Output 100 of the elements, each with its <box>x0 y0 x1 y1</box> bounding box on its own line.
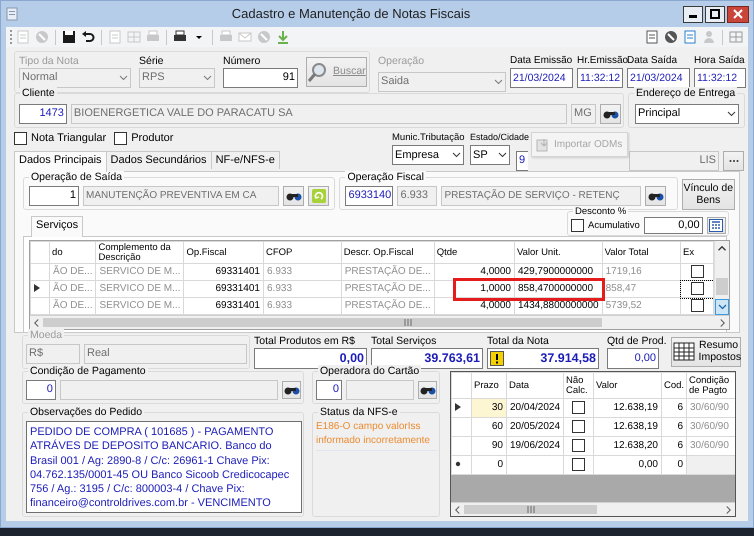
checkbox[interactable] <box>14 132 27 146</box>
column-header[interactable]: Valor Total <box>602 242 681 264</box>
table-cell: 858,47 <box>602 280 681 298</box>
state-dropdown[interactable]: SP <box>470 145 510 166</box>
caret-icon <box>452 152 461 158</box>
column-header[interactable]: Não Calc. <box>564 372 594 398</box>
table-cell: 6.933 <box>263 280 342 298</box>
date-field[interactable]: 21/03/2024 <box>627 68 690 88</box>
tab[interactable]: Serviços <box>31 216 84 237</box>
maximize-button[interactable] <box>705 6 725 22</box>
group-label: Observações do Pedido <box>28 406 144 419</box>
close-icon <box>733 9 743 19</box>
currency-code-field[interactable]: R$ <box>26 344 80 364</box>
checkbox-label: Produtor <box>131 132 174 146</box>
lookup-button[interactable] <box>283 186 304 206</box>
lookup-button[interactable] <box>418 381 437 399</box>
column-header[interactable]: Descr. Op.Fiscal <box>341 242 434 264</box>
document-icon[interactable] <box>644 29 660 45</box>
client-name-field[interactable]: BIOENERGETICA VALE DO PARACATU SA <box>70 104 568 124</box>
lookup-button[interactable] <box>282 381 301 399</box>
checkbox[interactable] <box>690 299 704 312</box>
calculator-button[interactable] <box>706 217 726 234</box>
table-cell: 20/04/2024 <box>506 398 564 418</box>
refresh-icon <box>310 188 326 204</box>
column-header[interactable]: do <box>50 242 96 264</box>
client-code-field[interactable]: 1473 <box>19 104 67 124</box>
table-cell: 0,00 <box>594 456 662 474</box>
scroll-thumb[interactable] <box>716 278 728 295</box>
caret-icon <box>498 152 507 158</box>
taxation-dropdown[interactable]: Empresa <box>392 145 464 166</box>
column-header[interactable]: Ex <box>680 242 714 264</box>
lookup-button[interactable] <box>600 104 621 124</box>
lookup-button[interactable] <box>645 186 666 206</box>
undo-icon[interactable] <box>80 29 96 45</box>
code-field[interactable]: 1 <box>29 186 79 206</box>
ellipsis-icon <box>728 159 738 163</box>
caret-icon <box>203 75 212 81</box>
horizontal-scrollbar[interactable] <box>30 315 729 329</box>
currency-name-field[interactable]: Real <box>84 344 247 364</box>
minimize-button[interactable] <box>683 6 703 22</box>
description-field[interactable]: MANUTENÇÃO PREVENTIVA EM CA <box>83 186 279 206</box>
code-field[interactable]: 6933140 <box>345 186 394 206</box>
column-header[interactable]: Condição de Pagto <box>686 372 735 398</box>
table-cell: SERVICO DE M... <box>96 280 184 298</box>
code-field[interactable]: 0 <box>316 380 342 400</box>
column-header[interactable]: Qtde <box>434 242 514 264</box>
checkbox[interactable] <box>572 401 585 414</box>
checkbox[interactable] <box>572 420 585 434</box>
caret-icon <box>494 78 503 85</box>
notes-field[interactable]: PEDIDO DE COMPRA ( 101685 ) - PAGAMENTO ATRÁVES DE DEPOSITO BANCARIO. Banco do Brasil 001 / Ag: 2890-8 / C/c: 26961-1 Chave Pix: 04.762.135/0001-45 OU Banco Sicoob Credicocapec 756 / Ag.: 3195 / C/c: 800003-4 / Chave Pix: financeiro@controldrives.com.br - VENCIMENTO <box>26 421 302 513</box>
quantity-field[interactable]: 0,00 <box>607 348 659 370</box>
column-header[interactable]: Prazo <box>472 372 506 398</box>
close-button[interactable] <box>727 6 749 22</box>
more-button[interactable] <box>723 151 744 171</box>
horizontal-scrollbar[interactable] <box>451 502 735 516</box>
checkbox[interactable] <box>690 282 704 296</box>
column-header[interactable]: Data <box>506 372 564 398</box>
delivery-address-dropdown[interactable]: Principal <box>635 104 739 124</box>
number-field[interactable]: 91 <box>223 68 298 88</box>
checkbox[interactable] <box>571 219 584 232</box>
column-header[interactable]: Complemento da Descrição <box>96 242 184 264</box>
checkbox[interactable] <box>572 458 585 472</box>
tax-summary-button[interactable]: Resumo Impostos <box>670 337 741 367</box>
column-header[interactable]: CFOP <box>263 242 342 264</box>
checkbox[interactable] <box>114 132 128 146</box>
column-header[interactable]: Valor <box>594 372 662 398</box>
date-field[interactable]: 21/03/2024 <box>510 68 573 88</box>
checkbox[interactable] <box>572 439 585 452</box>
table-cell: PRESTAÇÃO DE... <box>341 264 434 280</box>
scroll-down-button[interactable] <box>715 299 729 315</box>
time-field[interactable]: 11:32:12 <box>694 68 746 88</box>
ban-icon[interactable] <box>663 29 679 45</box>
city-name-field[interactable]: LIS <box>629 151 719 171</box>
link-assets-button[interactable]: Vínculo de Bens <box>682 179 735 210</box>
series-dropdown[interactable]: RPS <box>139 68 215 88</box>
table-cell: 30 <box>472 398 506 418</box>
field-label: Hr.Emissão <box>577 55 628 67</box>
description-field[interactable] <box>346 380 414 400</box>
save-icon[interactable] <box>61 29 77 45</box>
caret-icon <box>727 111 736 117</box>
column-header[interactable]: Cod. <box>662 372 686 398</box>
state-field[interactable]: MG <box>571 104 596 124</box>
document-icon[interactable] <box>682 29 698 45</box>
description-field[interactable] <box>60 380 278 400</box>
grid-icon[interactable] <box>728 29 744 45</box>
discount-field[interactable]: 0,00 <box>644 217 703 234</box>
checkbox[interactable] <box>690 265 704 278</box>
tab[interactable]: Dados Principais <box>14 151 107 172</box>
code-field[interactable]: 0 <box>26 380 56 400</box>
table-cell: 20/05/2024 <box>506 418 564 436</box>
description-field[interactable]: PRESTAÇÃO DE SERVIÇO - RETENÇ <box>441 186 642 206</box>
table-cell: 12.638,20 <box>594 436 662 456</box>
column-header[interactable]: Op.Fiscal <box>184 242 264 264</box>
column-header[interactable]: Valor Unit. <box>514 242 602 264</box>
vertical-scrollbar[interactable] <box>714 241 729 315</box>
time-field[interactable]: 11:32:12 <box>577 68 623 88</box>
cfop-field[interactable]: 6.933 <box>397 186 438 206</box>
city-code-field[interactable]: 9 <box>516 151 528 171</box>
tab[interactable]: NF-e/NFS-e <box>210 151 280 169</box>
total-field: 37.914,58 <box>487 348 599 370</box>
